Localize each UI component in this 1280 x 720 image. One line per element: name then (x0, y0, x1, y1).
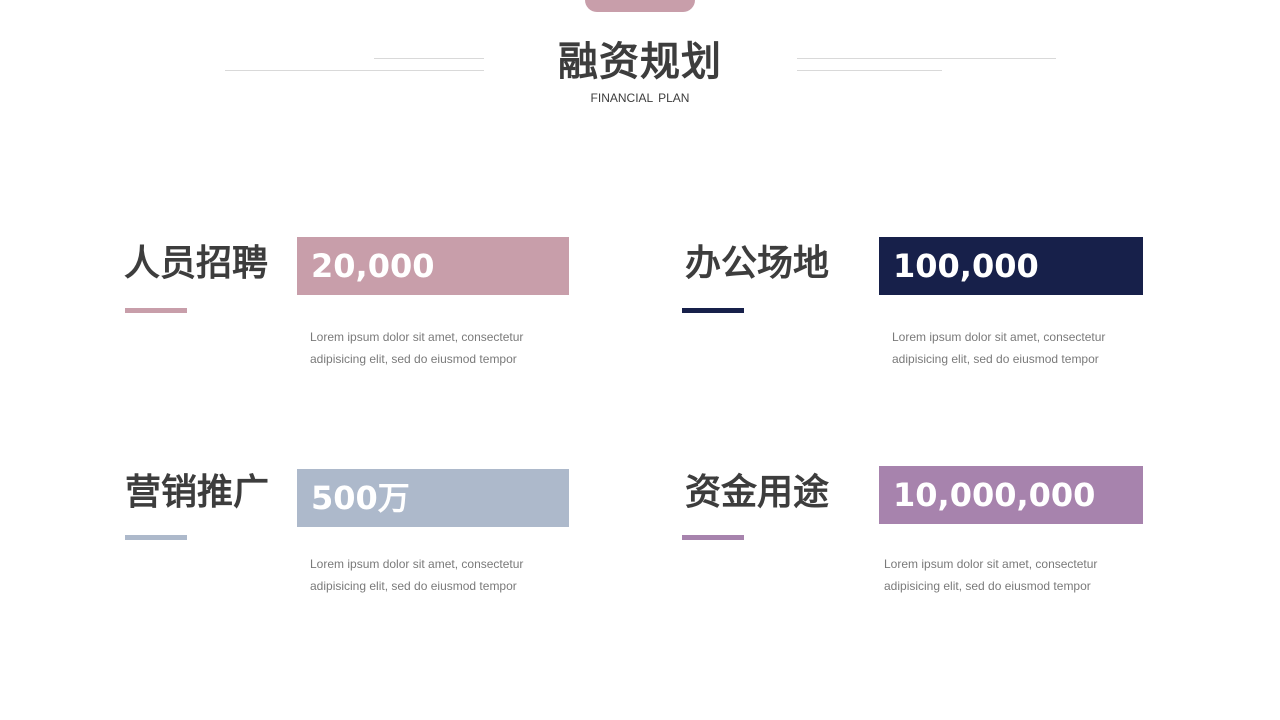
card-description-marketing: Lorem ipsum dolor sit amet, consectetur … (310, 557, 524, 593)
card-underline-office (682, 308, 744, 313)
card-value-marketing: 500万 (297, 469, 569, 527)
card-description-office: Lorem ipsum dolor sit amet, consectetur … (892, 330, 1106, 366)
card-description-recruitment: Lorem ipsum dolor sit amet, consectetur … (310, 330, 524, 366)
card-title-recruitment: 人员招聘 (124, 243, 269, 284)
top-tab (585, 0, 695, 12)
card-title-marketing: 营销推广 (125, 472, 270, 513)
card-underline-marketing (125, 535, 187, 540)
card-description-fund-use: Lorem ipsum dolor sit amet, consectetur … (884, 557, 1098, 593)
card-value-recruitment: 20,000 (297, 237, 569, 295)
page-title: 融资规划 (558, 39, 722, 85)
card-underline-recruitment (125, 308, 187, 313)
card-title-fund-use: 资金用途 (685, 472, 830, 513)
card-value-fund-use: 10,000,000 (879, 466, 1143, 524)
page-subtitle: FINANCIAL PLAN (590, 91, 690, 105)
card-value-office: 100,000 (879, 237, 1143, 295)
card-underline-fund-use (682, 535, 744, 540)
card-title-office: 办公场地 (685, 243, 830, 284)
